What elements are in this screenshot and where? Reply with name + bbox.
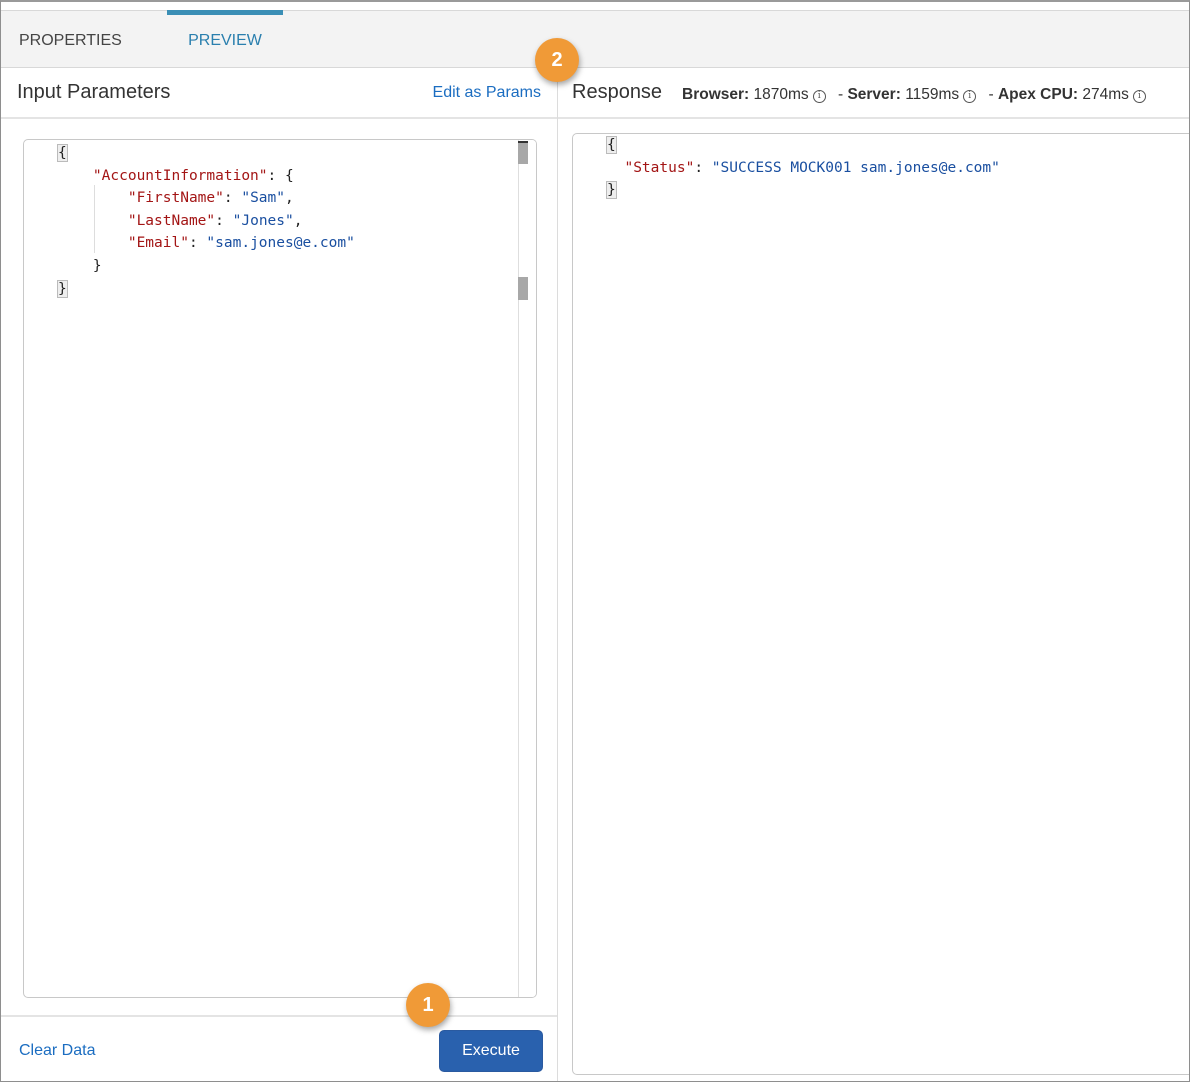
input-json-code[interactable]: { "AccountInformation": { "FirstName": "… <box>57 142 355 301</box>
matched-brace: } <box>57 279 68 298</box>
edit-as-params-link[interactable]: Edit as Params <box>433 84 541 102</box>
code-line: "Status": "SUCCESS MOCK001 sam.jones@e.c… <box>607 157 1000 180</box>
json-string: "SUCCESS MOCK001 sam.jones@e.com" <box>711 159 1000 176</box>
code-token: } <box>58 257 102 274</box>
metric-apex-cpu: - Apex CPU: 274ms i <box>989 86 1154 103</box>
editor-scrollbar[interactable] <box>518 140 536 997</box>
code-line: { <box>606 134 1000 157</box>
code-line: { <box>57 142 355 165</box>
scrollbar-marker-bottom <box>518 277 528 300</box>
code-token: : <box>188 235 207 252</box>
input-panel-footer: Clear Data Execute <box>1 1015 557 1081</box>
metric-server-label: Server: <box>847 86 901 103</box>
matched-brace: { <box>57 144 68 162</box>
json-key: "AccountInformation" <box>92 167 268 184</box>
app-frame: PROPERTIES PREVIEW Input Parameters Edit… <box>0 0 1190 1082</box>
code-token: : { <box>267 167 294 184</box>
code-line: "FirstName": "Sam", <box>58 187 355 210</box>
code-token: , <box>293 212 303 229</box>
metric-browser: Browser: 1870ms i <box>682 86 834 103</box>
input-panel-title: Input Parameters <box>17 81 171 103</box>
metric-separator: - <box>988 86 998 103</box>
code-line: "LastName": "Jones", <box>58 210 355 233</box>
matched-brace: { <box>606 136 617 154</box>
response-metrics: Browser: 1870ms i - Server: 1159ms i - Ape… <box>682 86 1154 104</box>
code-line: "Email": "sam.jones@e.com" <box>58 232 355 255</box>
callout-badge-2: 2 <box>535 38 579 82</box>
input-panel-header: Input Parameters Edit as Params <box>1 67 557 119</box>
json-string: "sam.jones@e.com" <box>206 235 355 252</box>
code-token: : <box>215 212 233 229</box>
matched-brace: } <box>606 181 617 200</box>
code-token: : <box>694 159 712 176</box>
metric-browser-label: Browser: <box>682 86 750 103</box>
clear-data-link[interactable]: Clear Data <box>19 1042 95 1060</box>
input-parameters-panel: Input Parameters Edit as Params { "Accou… <box>1 67 558 1081</box>
metric-server-value: 1159ms <box>905 86 960 103</box>
info-icon[interactable]: i <box>1132 90 1146 103</box>
code-line: } <box>57 278 355 301</box>
response-panel-header: Response Browser: 1870ms i - Server: 1159… <box>558 67 1189 119</box>
code-line: "AccountInformation": { <box>58 165 355 188</box>
metric-browser-value: 1870ms <box>753 86 809 103</box>
callout-badge-1: 1 <box>406 983 450 1027</box>
response-json-code: { "Status": "SUCCESS MOCK001 sam.jones@e… <box>606 134 1000 202</box>
response-panel-title: Response <box>572 81 663 103</box>
tab-bar: PROPERTIES PREVIEW <box>1 10 1189 68</box>
json-key: "Email" <box>127 235 189 252</box>
metric-apex-cpu-value: 274ms <box>1082 86 1129 103</box>
json-string: "Sam" <box>241 190 285 207</box>
code-line: } <box>58 255 355 278</box>
info-icon[interactable]: i <box>812 90 826 103</box>
response-panel: Response Browser: 1870ms i - Server: 1159… <box>558 67 1189 1081</box>
json-key: "Status" <box>624 159 695 176</box>
code-line: } <box>606 179 1000 202</box>
json-key: "LastName" <box>127 212 216 229</box>
tab-preview[interactable]: PREVIEW <box>167 10 283 67</box>
code-token: : <box>223 190 242 207</box>
metric-apex-cpu-label: Apex CPU: <box>997 86 1079 103</box>
scrollbar-marker-top <box>518 141 528 164</box>
tab-properties[interactable]: PROPERTIES <box>19 11 122 67</box>
metric-server: - Server: 1159ms i <box>838 86 984 103</box>
execute-button[interactable]: Execute <box>440 1031 542 1071</box>
json-key: "FirstName" <box>127 190 224 207</box>
json-string: "Jones" <box>232 212 294 229</box>
info-icon[interactable]: i <box>963 90 977 103</box>
code-token: , <box>285 190 294 207</box>
response-json-viewer[interactable]: { "Status": "SUCCESS MOCK001 sam.jones@e… <box>572 133 1189 1075</box>
input-json-editor[interactable]: { "AccountInformation": { "FirstName": "… <box>23 139 537 998</box>
